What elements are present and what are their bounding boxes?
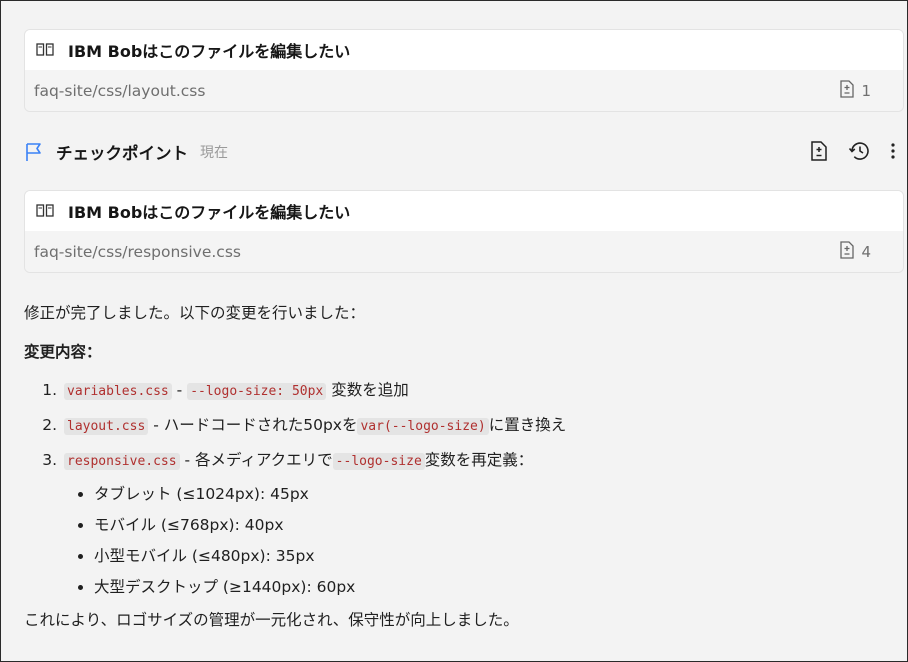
diff-badge[interactable]: 4 (839, 240, 871, 263)
changes-list: variables.css - --logo-size: 50px 変数を追加 … (24, 378, 884, 599)
file-path[interactable]: faq-site/css/layout.css (34, 82, 205, 100)
file-diff-icon[interactable] (810, 141, 828, 161)
edit-request-header: IBM Bobはこのファイルを編集したい (25, 30, 903, 70)
list-item: モバイル (≤768px): 40px (94, 513, 884, 537)
chat-panel: IBM Bobはこのファイルを編集したい faq-site/css/layout… (0, 0, 908, 662)
checkpoint-label: チェックポイント (56, 144, 188, 163)
file-diff-icon (839, 240, 855, 263)
file-diff-icon (839, 79, 855, 102)
file-row[interactable]: faq-site/css/layout.css 1 (25, 70, 903, 111)
inline-code: layout.css (64, 418, 149, 435)
item-text: 変数を再定義： (424, 451, 534, 469)
list-item: タブレット (≤1024px): 45px (94, 482, 884, 506)
list-item: variables.css - --logo-size: 50px 変数を追加 (62, 378, 884, 404)
checkpoint-status: 現在 (200, 145, 228, 161)
item-separator: - 各メディアクエリで (179, 451, 333, 469)
breakpoint-list: タブレット (≤1024px): 45px モバイル (≤768px): 40p… (64, 482, 884, 599)
assistant-message: 修正が完了しました。以下の変更を行いました： 変更内容： variables.c… (24, 301, 884, 632)
list-item: 小型モバイル (≤480px): 35px (94, 544, 884, 568)
checkpoint-actions (810, 141, 896, 161)
inline-code: --logo-size (332, 453, 425, 470)
list-item: 大型デスクトップ (≥1440px): 60px (94, 575, 884, 599)
more-vertical-icon[interactable] (890, 142, 896, 160)
item-text: 変数を追加 (326, 381, 409, 399)
edit-request-card: IBM Bobはこのファイルを編集したい faq-site/css/layout… (24, 29, 904, 112)
inline-code: var(--logo-size) (357, 418, 489, 435)
diff-count: 1 (861, 81, 871, 100)
list-item: layout.css - ハードコードされた50pxをvar(--logo-si… (62, 413, 884, 439)
item-separator: - (171, 381, 188, 399)
file-row[interactable]: faq-site/css/responsive.css 4 (25, 231, 903, 272)
inline-code: variables.css (64, 383, 172, 400)
edit-request-title: IBM Bobはこのファイルを編集したい (68, 42, 351, 61)
item-separator: - ハードコードされた50pxを (148, 416, 358, 434)
list-item: responsive.css - 各メディアクエリで--logo-size変数を… (62, 448, 884, 599)
message-conclusion: これにより、ロゴサイズの管理が一元化され、保守性が向上しました。 (24, 611, 519, 629)
edit-request-title: IBM Bobはこのファイルを編集したい (68, 203, 351, 222)
item-text: に置き換え (488, 416, 567, 434)
changes-heading: 変更内容： (24, 343, 102, 361)
history-icon[interactable] (848, 141, 870, 161)
inline-code: --logo-size: 50px (187, 383, 327, 400)
inline-code: responsive.css (64, 453, 180, 470)
edit-request-header: IBM Bobはこのファイルを編集したい (25, 191, 903, 231)
edit-request-card: IBM Bobはこのファイルを編集したい faq-site/css/respon… (24, 190, 904, 273)
checkpoint-row: チェックポイント 現在 (24, 135, 904, 169)
flag-icon (24, 141, 44, 163)
book-open-icon (36, 203, 54, 219)
diff-count: 4 (861, 242, 871, 261)
file-path[interactable]: faq-site/css/responsive.css (34, 243, 241, 261)
message-intro: 修正が完了しました。以下の変更を行いました： (24, 304, 366, 322)
diff-badge[interactable]: 1 (839, 79, 871, 102)
book-open-icon (36, 42, 54, 58)
